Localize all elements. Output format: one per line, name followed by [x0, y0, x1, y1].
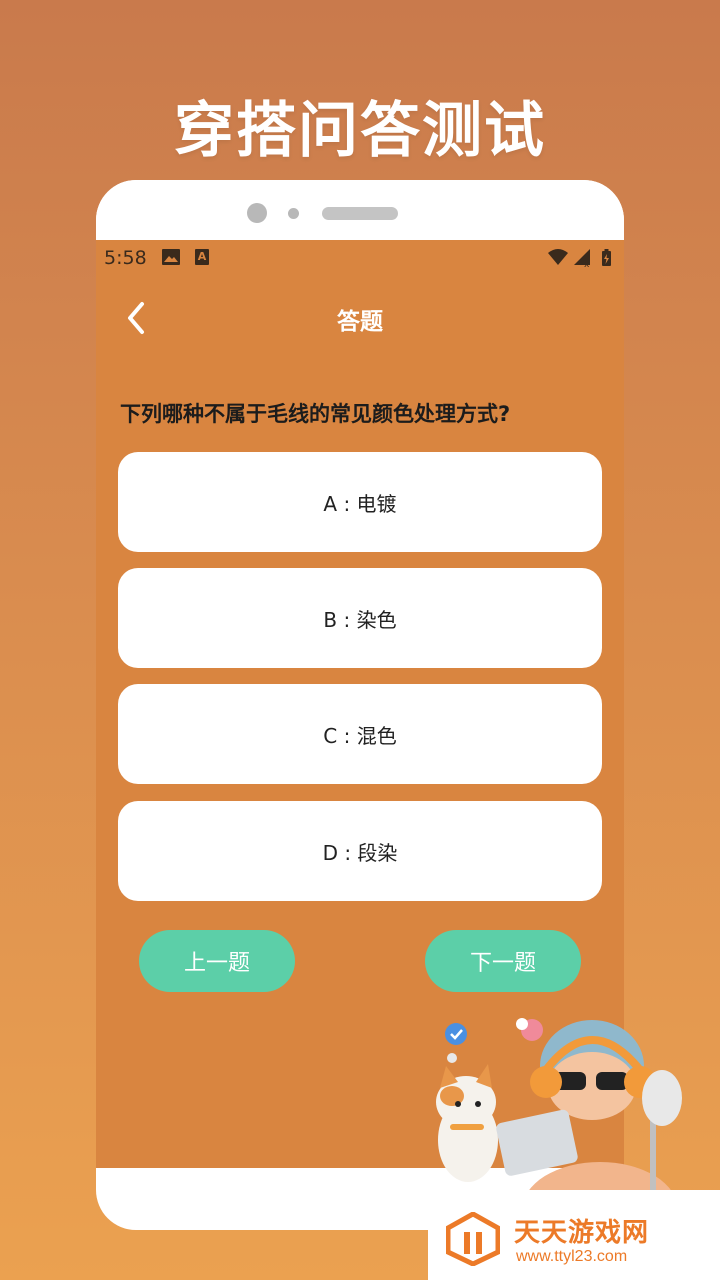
sensor-icon	[288, 208, 299, 219]
watermark-url: www.ttyl23.com	[516, 1248, 628, 1265]
status-time: 5:58	[104, 247, 147, 269]
cat-figure	[436, 1064, 498, 1182]
option-b-button[interactable]: B : 染色	[118, 568, 602, 668]
watermark-name: 天天游戏网	[514, 1218, 650, 1248]
question-text: 下列哪种不属于毛线的常见颜色处理方式?	[120, 402, 511, 426]
option-a-button[interactable]: A : 电镀	[118, 452, 602, 552]
promo-title: 穿搭问答测试	[174, 96, 546, 166]
page-title: 答题	[337, 309, 383, 335]
prev-question-button[interactable]: 上一题	[139, 930, 295, 992]
option-label: A : 电镀	[323, 491, 397, 516]
wifi-icon	[548, 249, 568, 265]
status-indicators: x	[548, 249, 611, 269]
option-d-button[interactable]: D : 段染	[118, 801, 602, 901]
site-logo-icon	[446, 1212, 500, 1266]
option-label: B : 染色	[323, 607, 397, 632]
site-watermark: 天天游戏网 www.ttyl23.com	[428, 1190, 720, 1280]
option-c-button[interactable]: C : 混色	[118, 684, 602, 784]
speaker-grille	[322, 207, 398, 220]
svg-text:x: x	[584, 260, 590, 269]
a-notification-icon: A	[195, 249, 209, 265]
status-bar: 5:58 A x	[96, 240, 624, 276]
option-label: D : 段染	[322, 840, 398, 865]
next-question-button[interactable]: 下一题	[425, 930, 581, 992]
signal-icon: x	[574, 249, 590, 269]
app-header: 答题	[96, 280, 624, 356]
phone-top-bezel	[96, 180, 624, 240]
check-badge-icon	[445, 1023, 467, 1045]
battery-icon	[602, 249, 611, 266]
camera-icon	[247, 203, 267, 223]
option-label: C : 混色	[323, 723, 397, 748]
image-notification-icon	[162, 249, 180, 265]
